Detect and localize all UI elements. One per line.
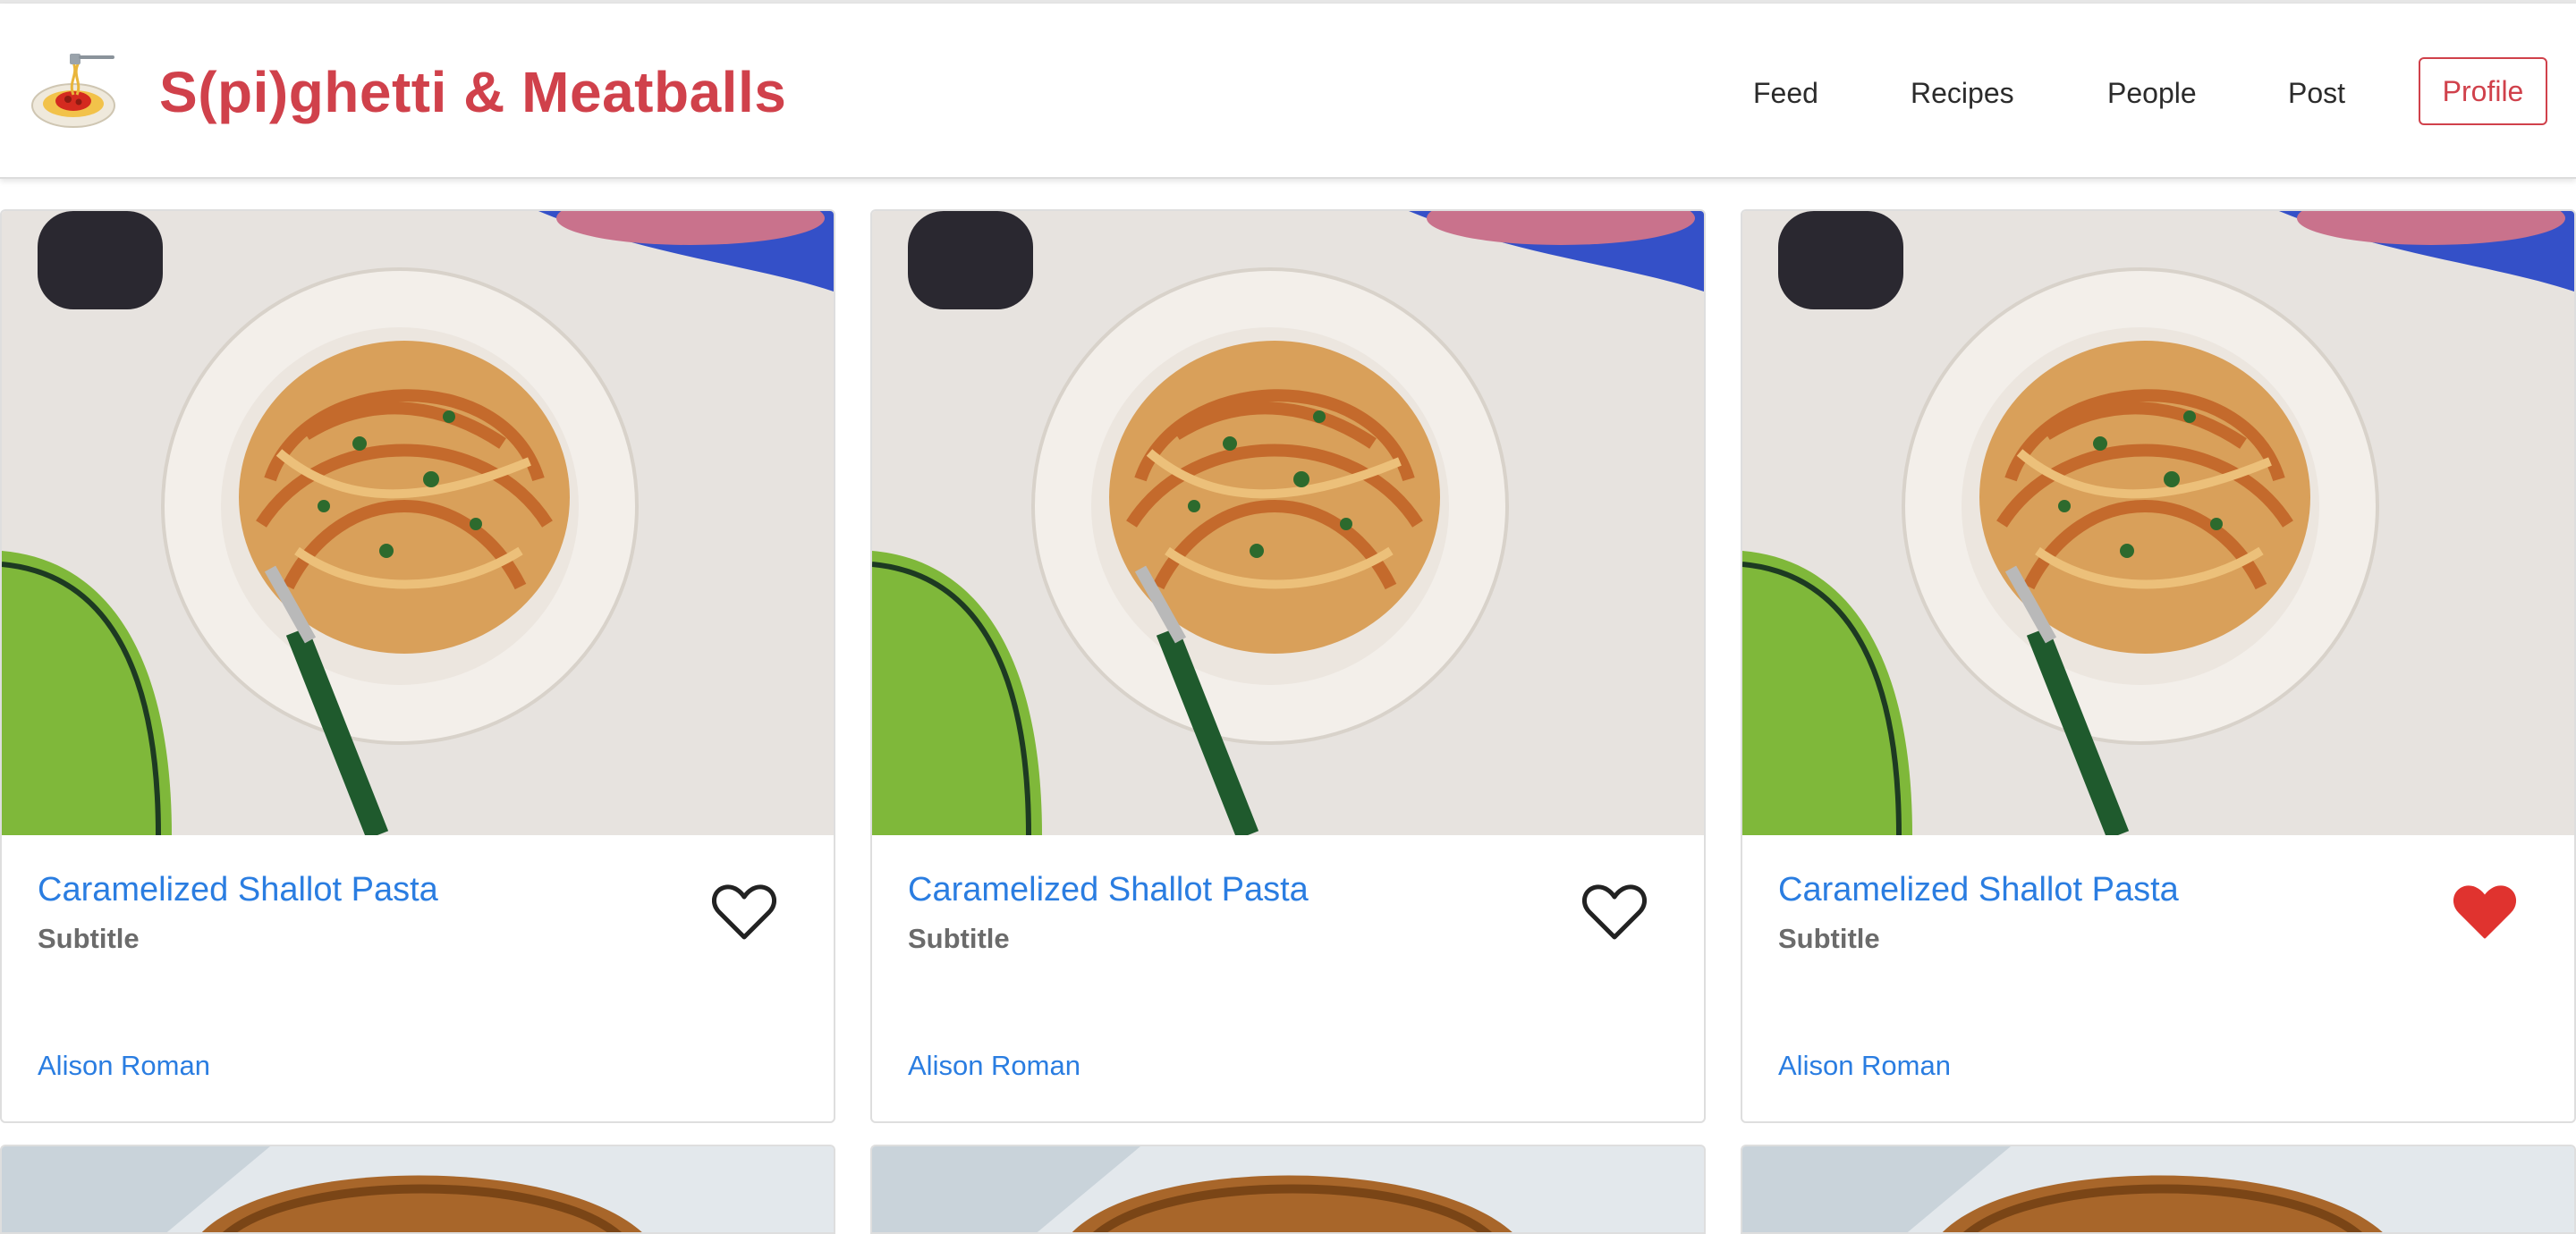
recipe-subtitle: Subtitle xyxy=(1778,923,1880,954)
heart-outline-icon[interactable] xyxy=(711,883,777,941)
recipe-card-partial[interactable] xyxy=(870,1145,1706,1234)
wooden-bowl-photo xyxy=(872,1146,1704,1232)
nav-feed-link[interactable]: Feed xyxy=(1753,77,1818,110)
heart-filled-icon[interactable] xyxy=(2453,883,2517,941)
heart-outline-icon[interactable] xyxy=(1581,883,1648,941)
author-link[interactable]: Alison Roman xyxy=(38,1050,210,1082)
profile-button[interactable]: Profile xyxy=(2419,57,2547,125)
author-link[interactable]: Alison Roman xyxy=(1778,1050,1951,1082)
nav-post-link[interactable]: Post xyxy=(2288,77,2345,110)
recipe-title-link[interactable]: Caramelized Shallot Pasta xyxy=(908,871,1309,909)
pasta-bowl-photo[interactable] xyxy=(1742,211,2574,835)
recipe-subtitle: Subtitle xyxy=(908,923,1010,954)
pasta-bowl-photo[interactable] xyxy=(2,211,834,835)
wooden-bowl-photo xyxy=(1742,1146,2574,1232)
recipe-card-partial[interactable] xyxy=(1741,1145,2576,1234)
recipe-title-link[interactable]: Caramelized Shallot Pasta xyxy=(38,871,438,909)
recipe-card[interactable]: Caramelized Shallot Pasta Subtitle Aliso… xyxy=(0,209,835,1123)
author-link[interactable]: Alison Roman xyxy=(908,1050,1080,1082)
nav-recipes-link[interactable]: Recipes xyxy=(1911,77,2014,110)
brand-title[interactable]: S(pi)ghetti & Meatballs xyxy=(159,59,786,125)
recipe-subtitle: Subtitle xyxy=(38,923,140,954)
card-body: Caramelized Shallot Pasta Subtitle Aliso… xyxy=(2,835,834,1121)
pasta-bowl-photo[interactable] xyxy=(872,211,1704,835)
navbar: S(pi)ghetti & Meatballs Feed Recipes Peo… xyxy=(0,4,2576,179)
card-body: Caramelized Shallot Pasta Subtitle Aliso… xyxy=(1742,835,2574,1121)
spaghetti-plate-icon[interactable] xyxy=(29,50,118,132)
recipe-title-link[interactable]: Caramelized Shallot Pasta xyxy=(1778,871,2179,909)
recipe-card[interactable]: Caramelized Shallot Pasta Subtitle Aliso… xyxy=(1741,209,2576,1123)
wooden-bowl-photo xyxy=(2,1146,834,1232)
recipe-card-partial[interactable] xyxy=(0,1145,835,1234)
card-body: Caramelized Shallot Pasta Subtitle Aliso… xyxy=(872,835,1704,1121)
recipe-card[interactable]: Caramelized Shallot Pasta Subtitle Aliso… xyxy=(870,209,1706,1123)
nav-people-link[interactable]: People xyxy=(2107,77,2197,110)
